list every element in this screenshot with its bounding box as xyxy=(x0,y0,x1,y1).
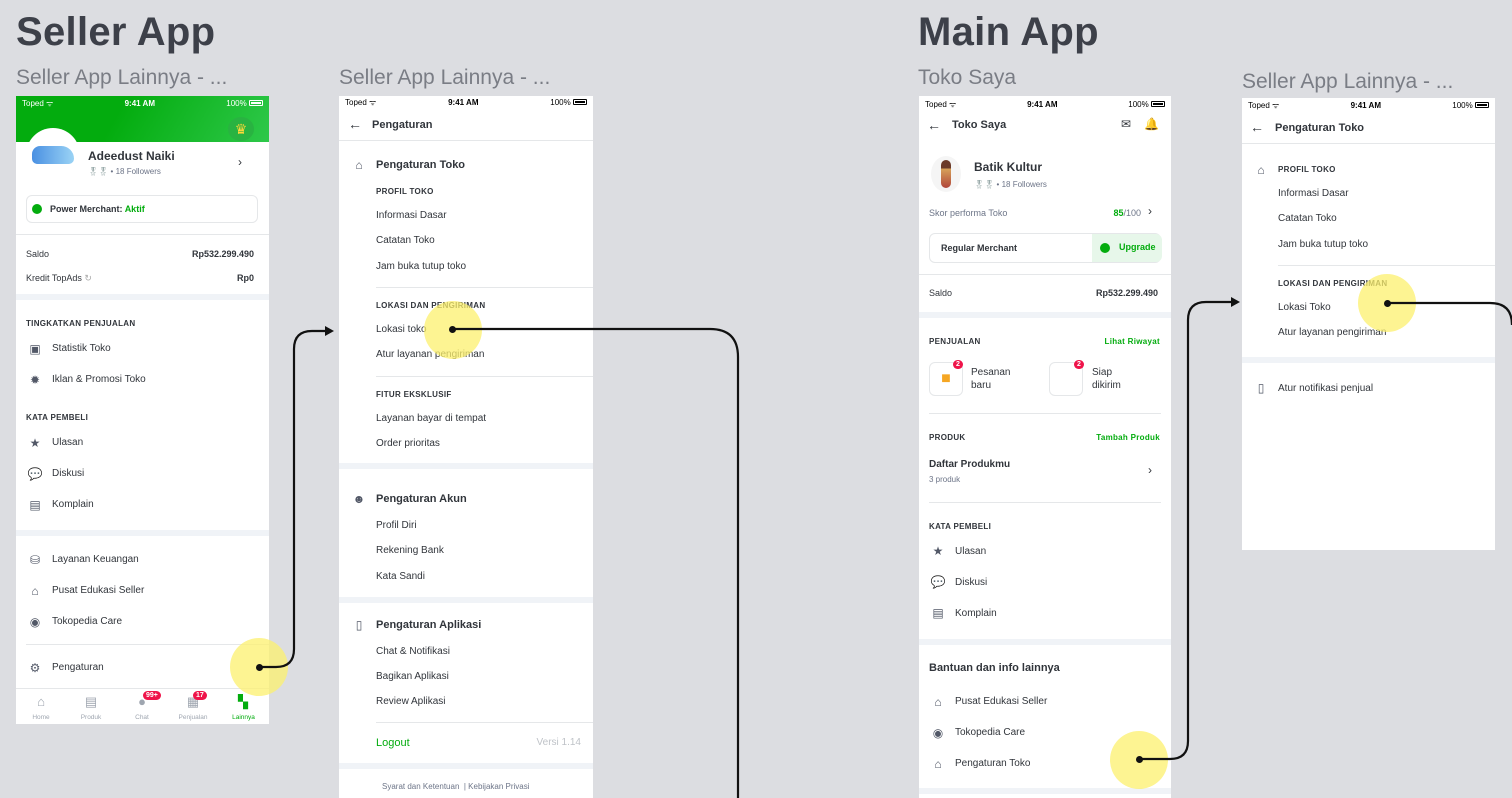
flow-dot xyxy=(256,664,263,671)
flow-line xyxy=(452,327,740,798)
flow-dot xyxy=(1384,300,1391,307)
flow-dot xyxy=(449,326,456,333)
flow-line xyxy=(1139,300,1232,761)
flow-arrowhead xyxy=(325,326,334,336)
flow-connectors xyxy=(259,297,1512,798)
flow-arrowhead xyxy=(1231,297,1240,307)
flow-line xyxy=(1387,301,1512,326)
flow-dot xyxy=(1136,756,1143,763)
flow-line xyxy=(259,329,327,669)
